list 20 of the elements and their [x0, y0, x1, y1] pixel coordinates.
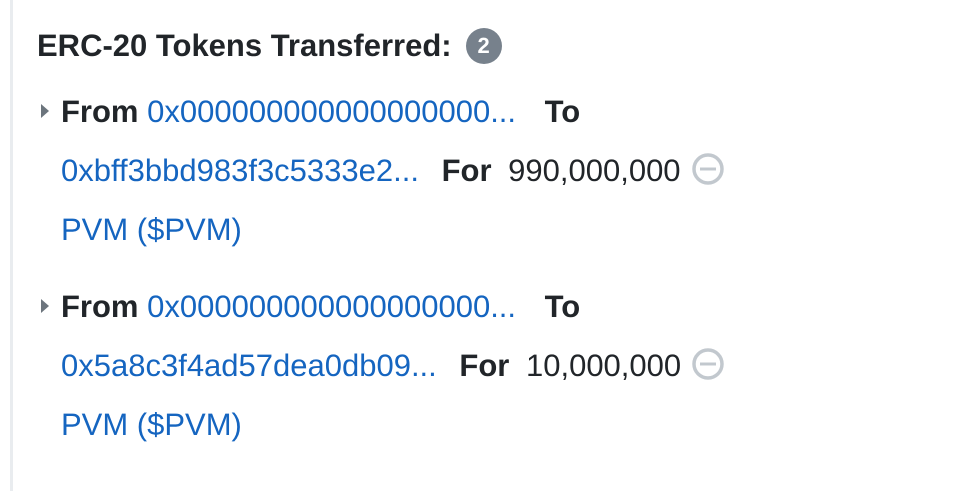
for-label: For — [442, 153, 492, 188]
address-link[interactable]: 0x000000000000000000... — [147, 94, 516, 129]
from-label: From — [61, 94, 138, 129]
amount-text: 10,000,000 — [526, 348, 682, 383]
section-title: ERC-20 Tokens Transferred: — [37, 28, 452, 64]
caret-icon[interactable] — [39, 297, 51, 315]
address-link[interactable]: 0x5a8c3f4ad57dea0db09... — [61, 348, 437, 383]
address-link[interactable]: 0xbff3bbd983f3c5333e2... — [61, 153, 419, 188]
from-label: From — [61, 289, 138, 324]
address-link[interactable]: 0x000000000000000000... — [147, 289, 516, 324]
count-badge: 2 — [466, 28, 502, 64]
minus-circle-icon — [690, 152, 725, 186]
to-label: To — [544, 289, 580, 324]
to-label: To — [544, 94, 580, 129]
token-link[interactable]: PVM ($PVM) — [61, 407, 242, 442]
amount-text: 990,000,000 — [508, 153, 681, 188]
token-link[interactable]: PVM ($PVM) — [61, 212, 242, 247]
for-label: For — [459, 348, 510, 383]
caret-icon[interactable] — [39, 102, 51, 120]
minus-circle-icon — [691, 347, 726, 381]
